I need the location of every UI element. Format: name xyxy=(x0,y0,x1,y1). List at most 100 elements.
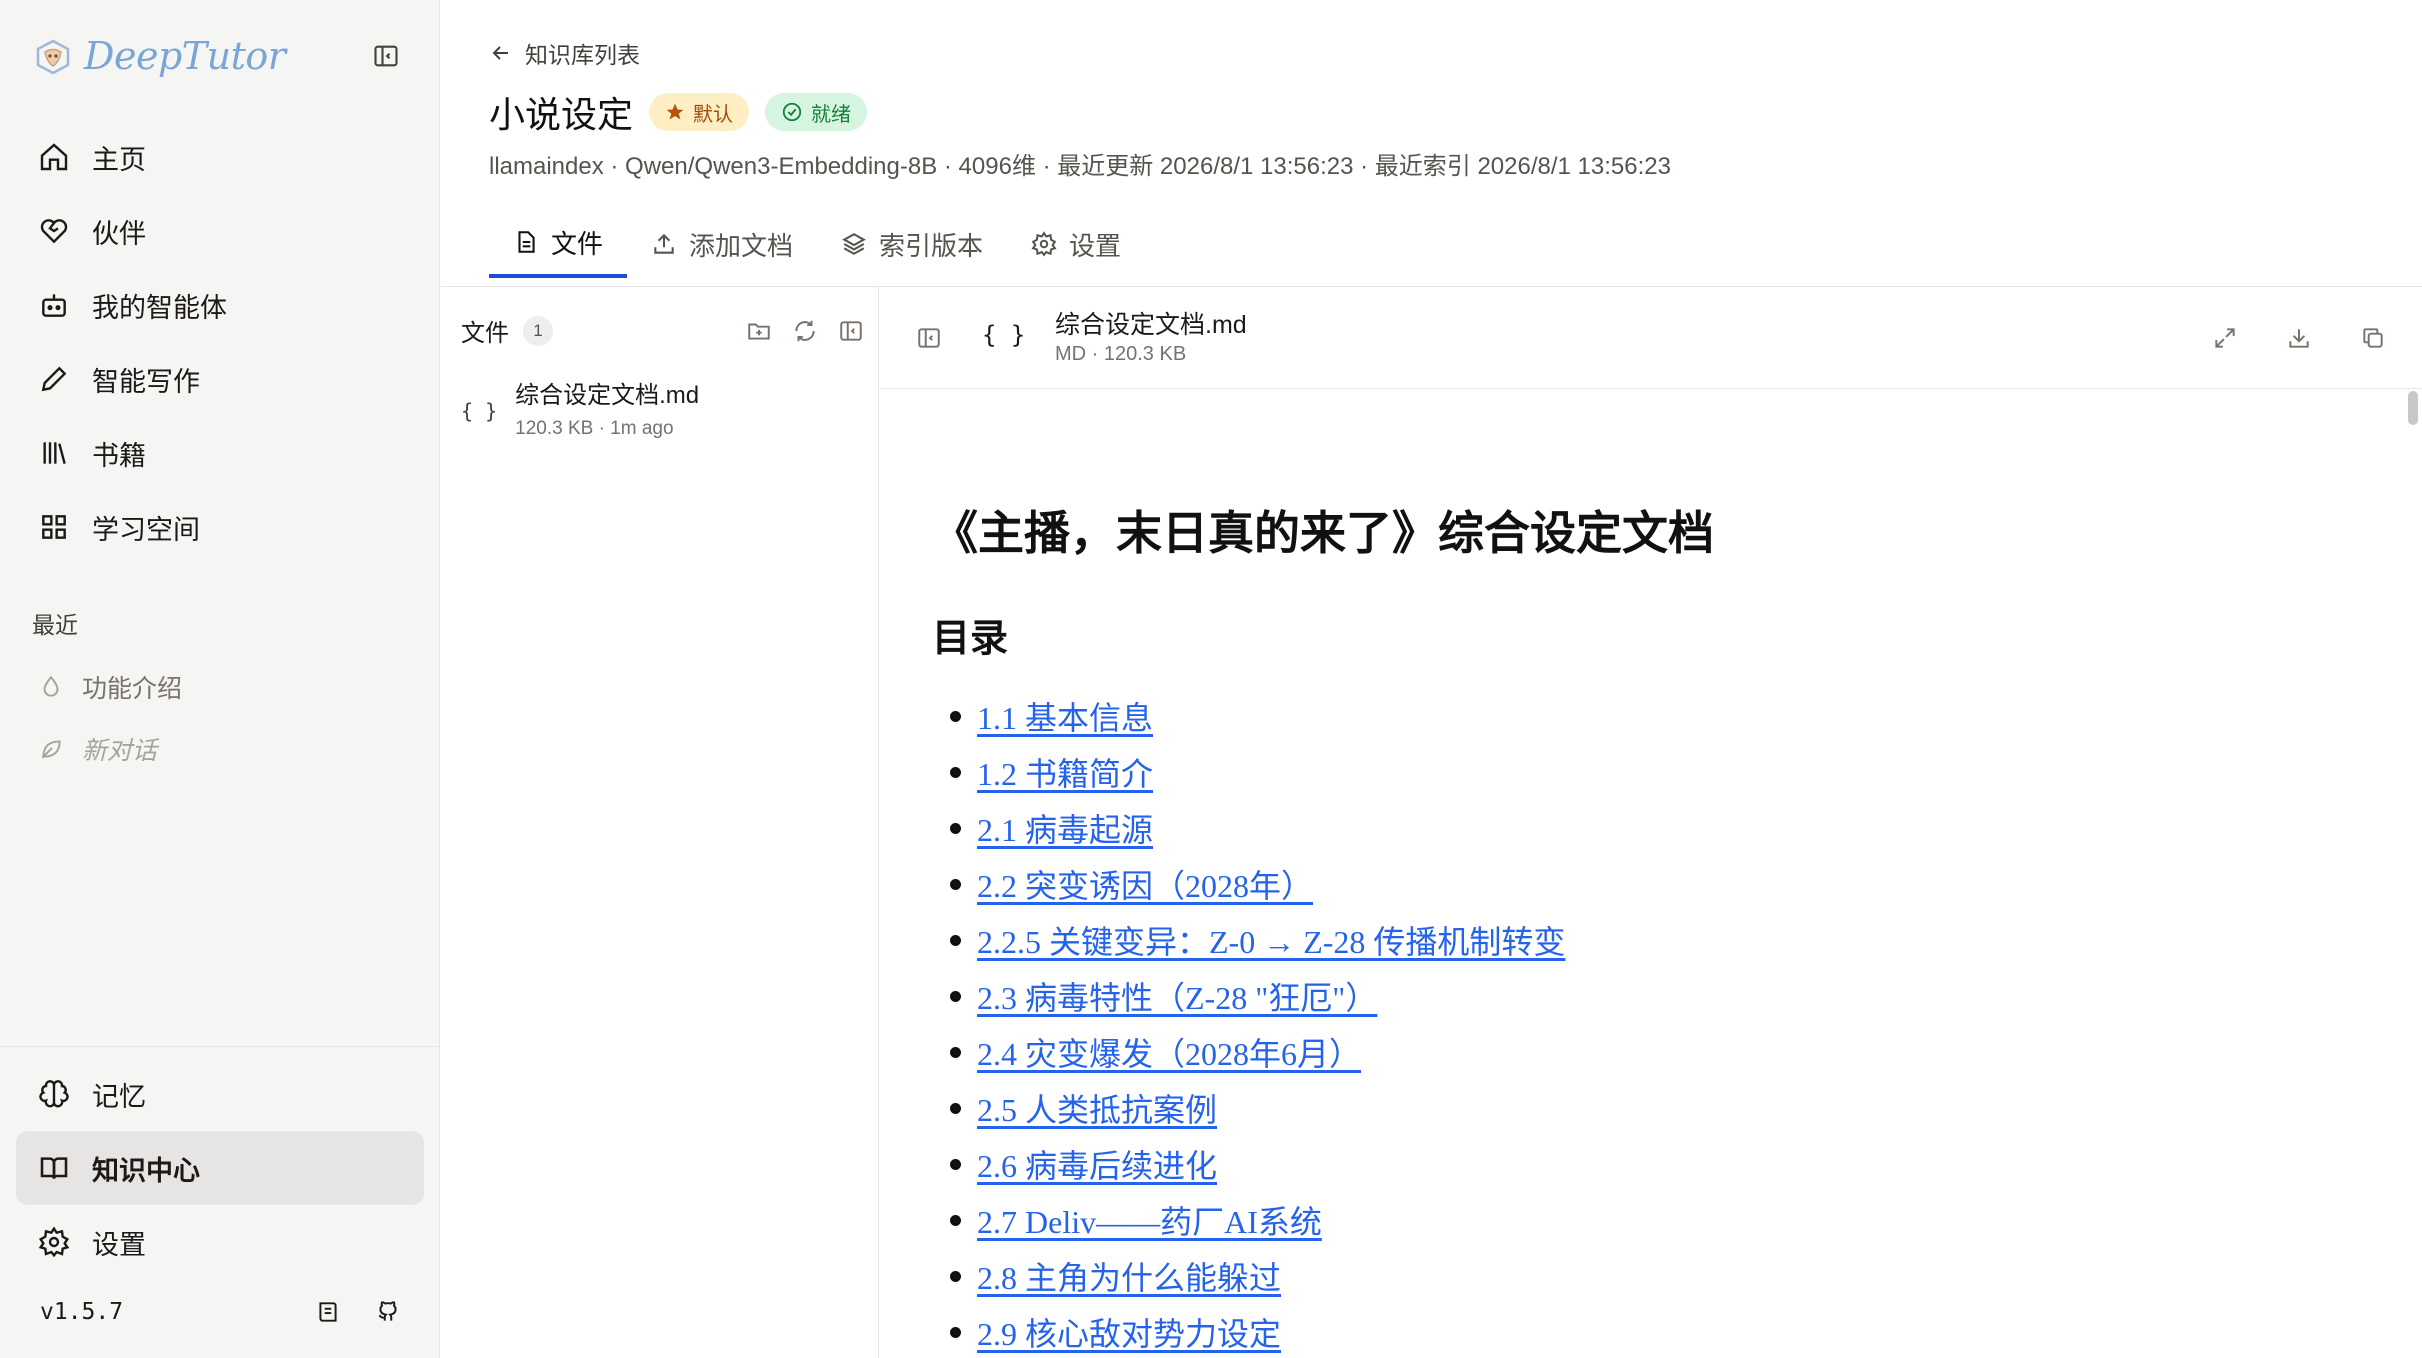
preview-scrollbar[interactable] xyxy=(2408,391,2418,425)
version-row: v1.5.7 xyxy=(0,1290,440,1334)
recent-item-new-chat[interactable]: 新对话 xyxy=(16,718,424,780)
pen-icon xyxy=(41,366,67,392)
refresh-icon xyxy=(795,320,815,341)
default-badge: 默认 xyxy=(649,93,750,131)
nav-item-learning-space[interactable]: 学习空间 xyxy=(16,490,424,564)
tab-files[interactable]: 文件 xyxy=(489,210,628,278)
nav-label: 知识中心 xyxy=(92,1155,200,1186)
bullet-icon xyxy=(950,822,961,834)
file-panel: 文件 1 { } 综合设定文档.md 120.3 KB · 1m ago xyxy=(441,287,879,1358)
upload-icon xyxy=(654,233,674,254)
collapse-sidebar-button[interactable] xyxy=(368,38,404,74)
bullet-icon xyxy=(950,1214,961,1226)
preview-file-name: 综合设定文档.md xyxy=(1055,311,1247,339)
nav-item-memory[interactable]: 记忆 xyxy=(16,1057,424,1131)
library-icon xyxy=(43,442,66,464)
collapse-file-panel-button[interactable] xyxy=(837,317,865,345)
nav-item-partner[interactable]: 伙伴 xyxy=(16,194,424,268)
panel-left-icon xyxy=(918,328,940,348)
refresh-button[interactable] xyxy=(791,317,819,345)
new-folder-button[interactable] xyxy=(745,317,773,345)
file-meta: 120.3 KB · 1m ago xyxy=(515,418,674,439)
table-of-contents: 1.1 基本信息 1.2 书籍简介 2.1 病毒起源 2.2 突变诱因（2028… xyxy=(932,688,2332,1358)
app-version: v1.5.7 xyxy=(40,1299,124,1325)
recent-heading: 最近 xyxy=(32,612,78,638)
tab-index-versions[interactable]: 索引版本 xyxy=(817,210,1007,278)
bullet-icon xyxy=(950,990,961,1002)
nav-label: 学习空间 xyxy=(92,514,200,545)
toc-link[interactable]: 2.8 主角为什么能躲过 xyxy=(977,1253,1281,1299)
nav-item-settings[interactable]: 设置 xyxy=(16,1205,424,1279)
recent-label: 功能介绍 xyxy=(82,675,183,703)
markdown-document: 《主播，末日真的来了》综合设定文档 目录 1.1 基本信息 1.2 书籍简介 2… xyxy=(932,497,2332,1358)
toc-link[interactable]: 2.7 Deliv——药厂AI系统 xyxy=(977,1197,1322,1243)
brand-name: DeepTutor xyxy=(84,34,286,78)
expand-button[interactable] xyxy=(2210,323,2240,353)
toc-item: 2.3 病毒特性（Z-28 "狂厄"） xyxy=(932,968,2332,1024)
toc-item: 2.7 Deliv——药厂AI系统 xyxy=(932,1192,2332,1248)
toc-link[interactable]: 2.5 人类抵抗案例 xyxy=(977,1085,1217,1131)
toc-link[interactable]: 2.4 灾变爆发（2028年6月） xyxy=(977,1029,1361,1075)
toc-link[interactable]: 1.2 书籍简介 xyxy=(977,749,1153,795)
file-panel-title: 文件 xyxy=(461,320,509,347)
back-to-kb-list-link[interactable]: 知识库列表 xyxy=(489,36,640,70)
layers-icon xyxy=(842,233,866,255)
arrow-left-icon xyxy=(492,46,508,60)
nav-item-knowledge-center[interactable]: 知识中心 xyxy=(16,1131,424,1205)
toc-item: 2.1 病毒起源 xyxy=(932,800,2332,856)
nav-item-my-agents[interactable]: 我的智能体 xyxy=(16,268,424,342)
preview-header: { } 综合设定文档.md MD · 120.3 KB xyxy=(880,287,2422,389)
toc-item: 2.2.5 关键变异：Z-0 → Z-28 传播机制转变 xyxy=(932,912,2332,968)
file-list-item[interactable]: { } 综合设定文档.md 120.3 KB · 1m ago xyxy=(461,375,865,440)
copy-button[interactable] xyxy=(2358,323,2388,353)
toc-link[interactable]: 1.1 基本信息 xyxy=(977,693,1153,739)
toc-link[interactable]: 2.6 病毒后续进化 xyxy=(977,1141,1217,1187)
nav-label: 我的智能体 xyxy=(92,292,227,323)
recent-list: 功能介绍 新对话 xyxy=(16,656,424,780)
gear-icon xyxy=(38,1226,70,1258)
toc-link[interactable]: 2.1 病毒起源 xyxy=(977,805,1153,851)
sidebar-bottom: 记忆 知识中心 设置 xyxy=(0,1046,440,1279)
leaf-icon xyxy=(41,740,61,759)
toc-link[interactable]: 2.3 病毒特性（Z-28 "狂厄"） xyxy=(977,973,1377,1019)
download-button[interactable] xyxy=(2284,323,2314,353)
toc-link[interactable]: 2.2 突变诱因（2028年） xyxy=(977,861,1313,907)
tab-label: 添加文档 xyxy=(689,230,794,261)
kb-title: 小说设定 xyxy=(489,94,634,135)
bullet-icon xyxy=(950,878,961,890)
toc-link[interactable]: 2.9 核心敌对势力设定 xyxy=(977,1309,1281,1355)
toc-item: 2.8 主角为什么能躲过 xyxy=(932,1248,2332,1304)
kb-title-row: 小说设定 默认 就绪 xyxy=(489,86,868,138)
nav-label: 伙伴 xyxy=(92,218,146,249)
github-button[interactable] xyxy=(368,1292,408,1332)
heart-handshake-icon xyxy=(40,219,68,244)
tab-add-documents[interactable]: 添加文档 xyxy=(627,210,817,278)
app-logo[interactable]: DeepTutor xyxy=(32,30,286,82)
nav-item-books[interactable]: 书籍 xyxy=(16,416,424,490)
nav-label: 设置 xyxy=(92,1229,146,1260)
toc-item: 2.5 人类抵抗案例 xyxy=(932,1080,2332,1136)
toc-item: 2.4 灾变爆发（2028年6月） xyxy=(932,1024,2332,1080)
nav-label: 智能写作 xyxy=(92,366,200,397)
bullet-icon xyxy=(950,1326,961,1338)
github-icon xyxy=(378,1301,397,1321)
tab-label: 设置 xyxy=(1069,230,1122,261)
status-badge-label: 就绪 xyxy=(811,103,852,126)
kb-meta: llamaindex · Qwen/Qwen3-Embedding-8B · 4… xyxy=(489,153,1671,180)
file-icon xyxy=(518,231,535,253)
toggle-file-list-button[interactable] xyxy=(914,323,944,353)
sidebar: DeepTutor 主页 伙伴 我的智能体 智能写作 书籍 学习空间 最近 功能… xyxy=(0,0,440,1358)
nav-label: 书籍 xyxy=(92,440,146,471)
bullet-icon xyxy=(950,1102,961,1114)
book-open-icon xyxy=(40,1157,68,1179)
nav-item-home[interactable]: 主页 xyxy=(16,120,424,194)
recent-label: 新对话 xyxy=(82,737,158,765)
tab-settings[interactable]: 设置 xyxy=(1007,210,1145,278)
docs-button[interactable] xyxy=(308,1292,348,1332)
back-label: 知识库列表 xyxy=(525,42,640,68)
home-icon xyxy=(40,143,68,171)
nav-item-smart-writing[interactable]: 智能写作 xyxy=(16,342,424,416)
toc-link[interactable]: 2.2.5 关键变异：Z-0 → Z-28 传播机制转变 xyxy=(977,917,1565,963)
kb-tabs: 文件 添加文档 索引版本 设置 xyxy=(489,210,1145,278)
recent-item-feature-intro[interactable]: 功能介绍 xyxy=(16,656,424,718)
